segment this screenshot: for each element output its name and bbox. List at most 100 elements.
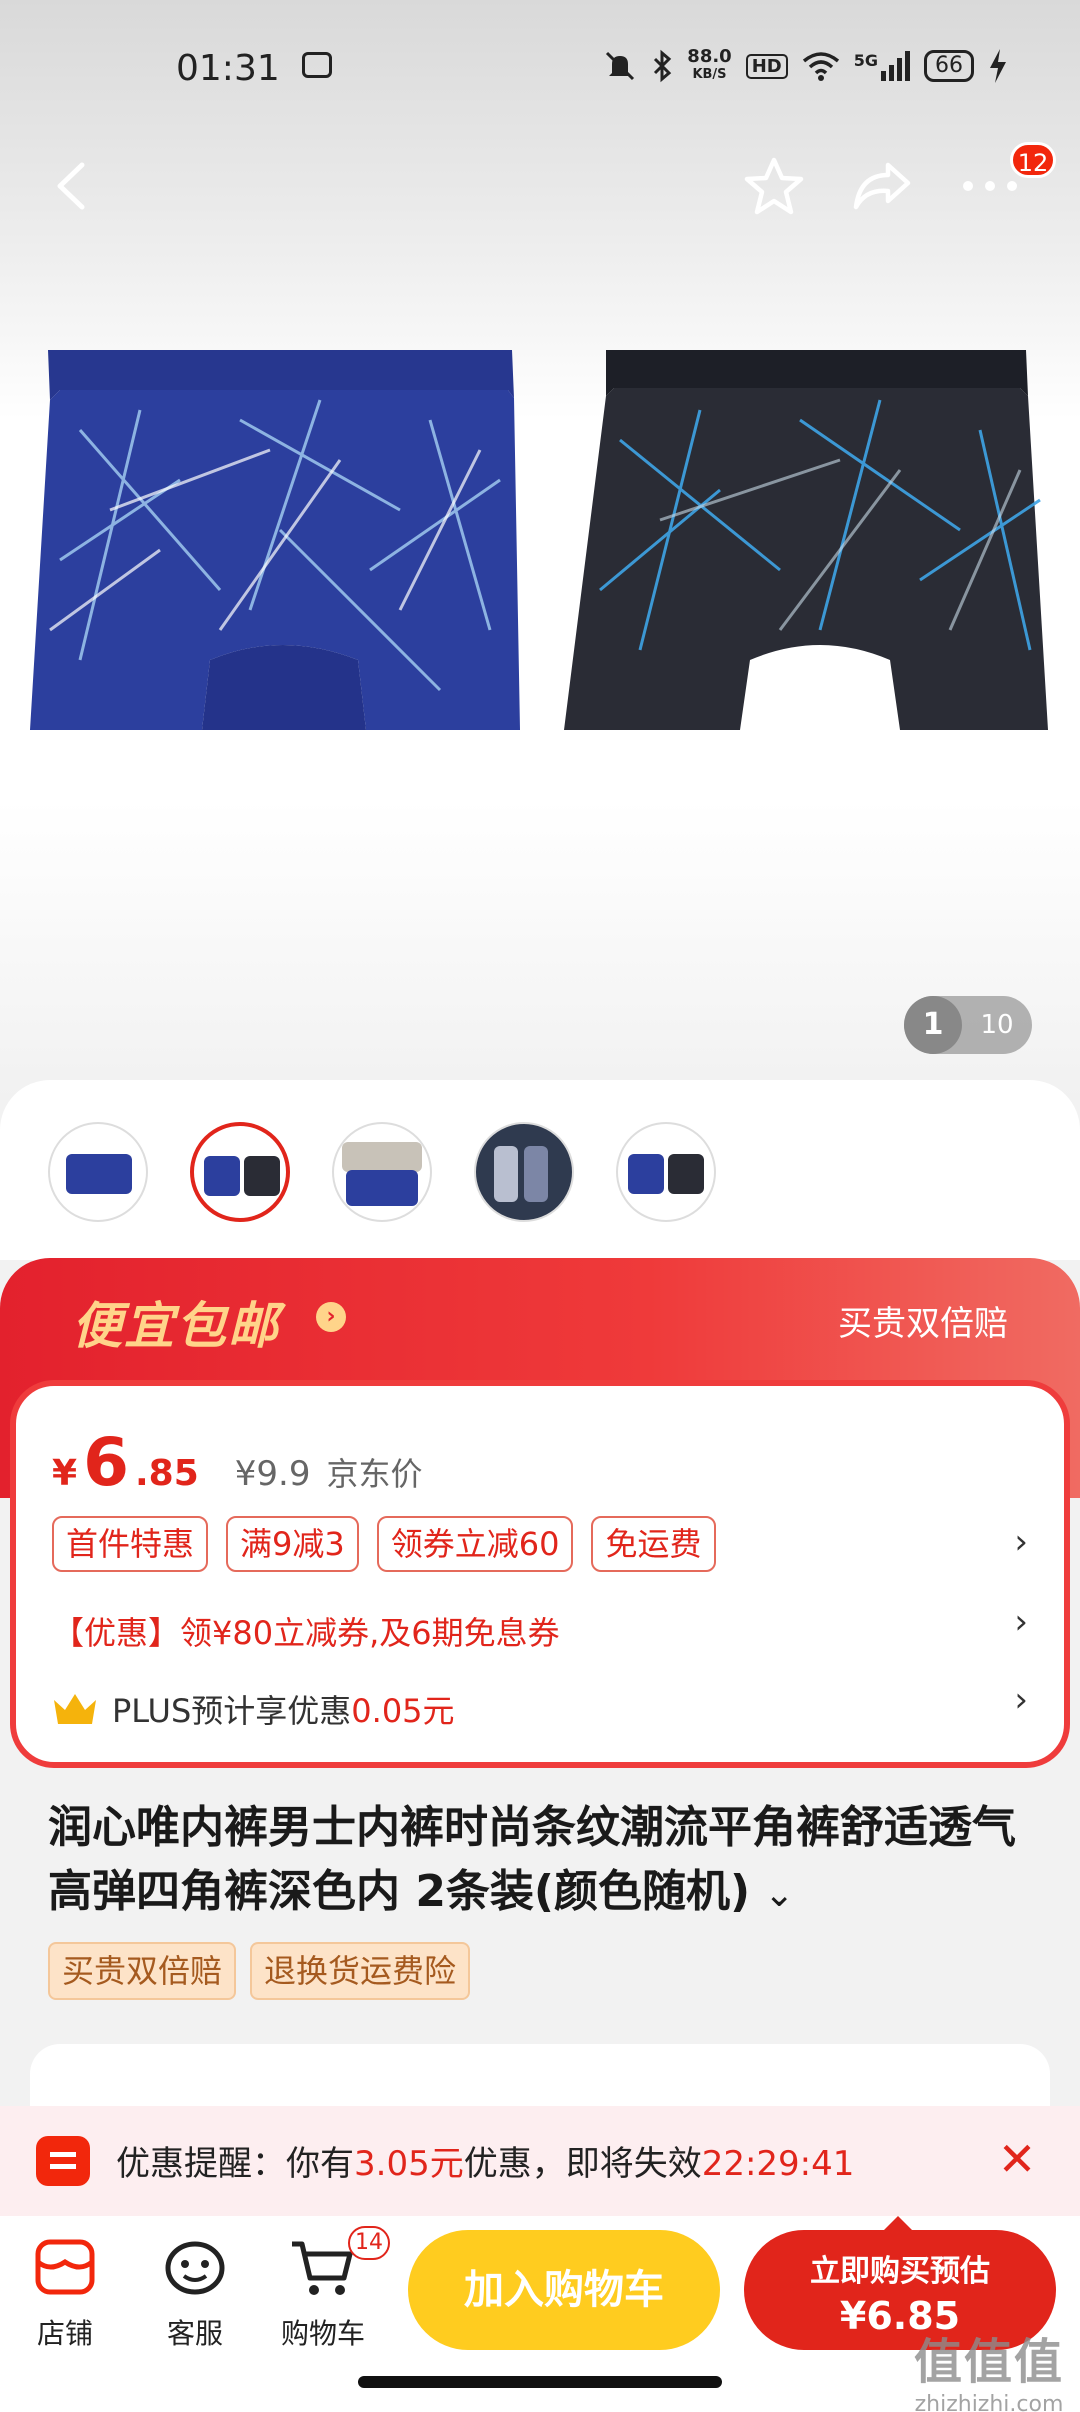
charging-bolt-icon <box>990 49 1006 83</box>
thumbnail-strip <box>0 1080 1080 1260</box>
price-currency: ¥ <box>52 1453 78 1494</box>
service-tag: 退换货运费险 <box>250 1942 471 2000</box>
home-indicator[interactable] <box>358 2376 722 2388</box>
cell-signal-icon <box>881 51 910 81</box>
star-icon <box>744 157 804 215</box>
network-speed-unit: KB/S <box>692 67 727 82</box>
product-title-block[interactable]: 润心唯内裤男士内裤时尚条纹潮流平角裤舒适透气高弹四角裤深色内 2条装(颜色随机)… <box>48 1796 1038 1927</box>
buy-notch <box>882 2216 914 2232</box>
thumbnail-2[interactable] <box>190 1122 290 1222</box>
coupon-icon <box>36 2136 90 2186</box>
cart-label: 购物车 <box>280 2317 365 2350</box>
reminder-prefix: 优惠提醒：你有 <box>116 2144 354 2184</box>
gallery-total-pages: 10 <box>980 1010 1014 1040</box>
watermark: 值值值 zhizhizhi.com <box>914 2322 1064 2412</box>
wifi-icon <box>802 52 839 81</box>
product-gallery[interactable]: 12 1 10 <box>0 0 1080 1100</box>
hd-indicator: HD <box>745 53 788 79</box>
customer-service-button[interactable]: 客服 <box>140 2232 250 2352</box>
discount-reminder-bar[interactable]: 优惠提醒：你有3.05元优惠，即将失效22:29:41 ✕ <box>0 2106 1080 2216</box>
close-icon[interactable]: ✕ <box>990 2132 1044 2186</box>
reminder-amount: 3.05元 <box>354 2144 464 2184</box>
service-tag: 买贵双倍赔 <box>48 1942 237 2000</box>
plus-amount: 0.05元 <box>351 1692 455 1730</box>
plus-text: PLUS预计享优惠 <box>112 1692 352 1730</box>
promo-tag: 满9减3 <box>226 1516 359 1572</box>
chevron-right-icon[interactable]: › <box>1014 1680 1028 1720</box>
promo-tag: 免运费 <box>591 1516 716 1572</box>
coupon-row[interactable]: 【优惠】领¥80立减券,及6期免息券 <box>52 1608 560 1654</box>
service-label: 客服 <box>166 2317 223 2350</box>
chevron-left-icon <box>57 162 85 210</box>
thumbnail-swatch <box>204 1156 240 1196</box>
promo-title: 便宜包邮 <box>72 1297 280 1355</box>
chevron-down-icon[interactable]: ⌄ <box>764 1874 794 1915</box>
tv-app-icon <box>302 52 332 78</box>
chevron-right-icon[interactable]: › <box>1014 1602 1028 1642</box>
promo-guarantee: 买贵双倍赔 <box>838 1304 1008 1344</box>
reminder-text: 优惠提醒：你有3.05元优惠，即将失效22:29:41 <box>116 2136 854 2185</box>
store-label: 店铺 <box>36 2317 93 2350</box>
chevron-right-icon[interactable]: › <box>1014 1522 1028 1562</box>
more-dots-icon <box>963 181 1017 191</box>
service-tags: 买贵双倍赔 退换货运费险 <box>48 1942 471 2000</box>
thumbnail-swatch <box>494 1146 518 1202</box>
share-button[interactable] <box>846 150 918 222</box>
status-time: 01:31 <box>176 48 280 89</box>
thumbnail-swatch <box>342 1142 422 1172</box>
network-speed-value: 88.0 <box>687 46 732 67</box>
chevron-right-icon: › <box>316 1302 346 1332</box>
favorite-button[interactable] <box>738 150 810 222</box>
add-to-cart-button[interactable]: 加入购物车 <box>408 2230 720 2350</box>
mute-bell-icon <box>606 51 635 81</box>
signal-label: 5G <box>853 51 878 70</box>
gallery-current-page: 1 <box>904 996 962 1054</box>
price-box: ¥ 6 .85 ¥9.9 京东价 首件特惠 满9减3 领券立减60 免运费 › … <box>10 1380 1070 1768</box>
promo-tag: 领券立减60 <box>376 1516 574 1572</box>
service-smile-icon <box>160 2232 230 2302</box>
thumbnail-swatch <box>668 1154 704 1194</box>
cart-button[interactable]: 14 购物车 <box>268 2226 390 2352</box>
thumbnail-3[interactable] <box>332 1122 432 1222</box>
reminder-middle: 优惠，即将失效 <box>463 2144 702 2184</box>
thumbnail-swatch <box>346 1170 418 1206</box>
watermark-logo: 值值值 <box>913 2334 1064 2390</box>
gallery-pager: 1 10 <box>904 996 1032 1054</box>
buy-now-label: 立即购买预估 <box>810 2254 990 2289</box>
reminder-countdown: 22:29:41 <box>701 2144 855 2184</box>
price-integer: 6 <box>83 1424 129 1501</box>
battery-indicator: 66 <box>924 50 974 82</box>
signal-indicator: 5G <box>854 51 910 81</box>
promo-tag: 首件特惠 <box>52 1516 209 1572</box>
original-price: ¥9.9 <box>234 1454 311 1494</box>
product-image[interactable] <box>20 330 1060 750</box>
blue-briefs-graphic <box>30 350 520 730</box>
status-bar: 01:31 88.0 KB/S HD 5G 66 <box>0 0 1080 130</box>
promo-section: 便宜包邮 › 买贵双倍赔 ¥ 6 .85 ¥9.9 京东价 首件特惠 满9减3 … <box>0 1258 1080 1768</box>
cart-count-badge: 14 <box>348 2226 390 2260</box>
bluetooth-icon <box>654 49 672 83</box>
store-icon <box>30 2232 100 2302</box>
thumbnail-swatch <box>244 1156 280 1196</box>
price-decimal: .85 <box>135 1453 199 1494</box>
crown-icon <box>52 1692 98 1726</box>
watermark-url: zhizhizhi.com <box>914 2392 1064 2412</box>
network-speed: 88.0 KB/S <box>687 48 731 84</box>
thumbnail-5[interactable] <box>616 1122 716 1222</box>
price-row: ¥ 6 .85 ¥9.9 京东价 <box>52 1424 423 1501</box>
promo-tags[interactable]: 首件特惠 满9减3 领券立减60 免运费 <box>52 1516 716 1572</box>
thumbnail-swatch <box>524 1146 548 1202</box>
message-badge: 12 <box>1010 142 1056 178</box>
original-price-label: 京东价 <box>326 1455 423 1493</box>
thumbnail-swatch <box>628 1154 664 1194</box>
plus-row[interactable]: PLUS预计享优惠 0.05元 <box>52 1686 455 1732</box>
product-title: 润心唯内裤男士内裤时尚条纹潮流平角裤舒适透气高弹四角裤深色内 2条装(颜色随机) <box>48 1802 1016 1917</box>
store-button[interactable]: 店铺 <box>10 2232 120 2352</box>
back-button[interactable] <box>36 150 108 222</box>
thumbnail-swatch <box>66 1154 132 1194</box>
share-icon <box>853 162 911 210</box>
cart-icon: 14 <box>288 2226 390 2302</box>
black-briefs-graphic <box>564 350 1048 730</box>
thumbnail-1[interactable] <box>48 1122 148 1222</box>
thumbnail-4[interactable] <box>474 1122 574 1222</box>
